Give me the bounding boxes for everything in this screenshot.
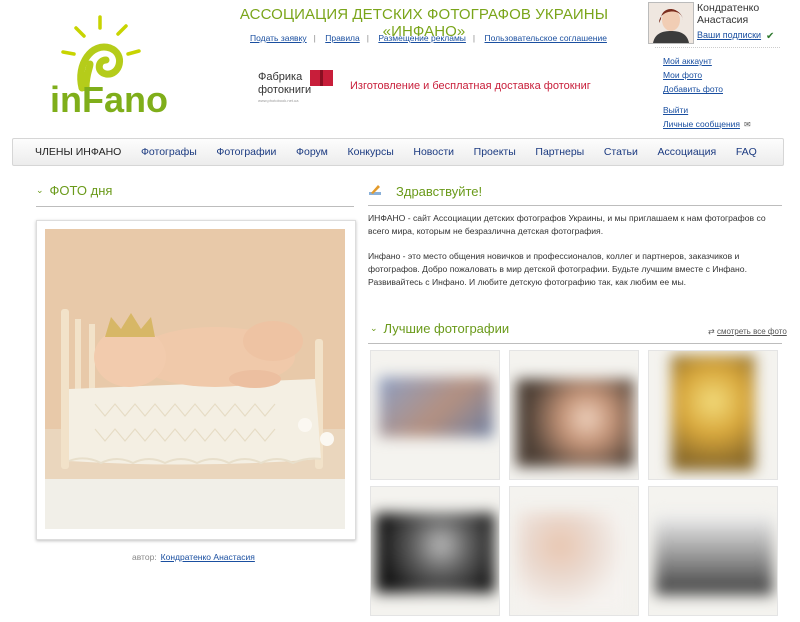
link-user-agreement[interactable]: Пользовательское соглашение <box>485 33 607 43</box>
promo-text[interactable]: Изготовление и бесплатная доставка фоток… <box>350 80 591 92</box>
site-logo[interactable]: inFano <box>40 14 200 124</box>
menu-logout[interactable]: Выйти <box>663 103 751 117</box>
user-name: Кондратенко Анастасия <box>697 2 760 26</box>
nav-faq[interactable]: FAQ <box>736 146 757 158</box>
best-photos-header: ⌄ Лучшие фотографии <box>370 321 509 336</box>
best-photo-thumb[interactable] <box>648 350 778 480</box>
divider <box>655 47 780 48</box>
photo-of-day-frame[interactable] <box>36 220 356 540</box>
nav-members[interactable]: ЧЛЕНЫ ИНФАНО <box>35 146 121 158</box>
logo-text: inFano <box>50 79 168 120</box>
pencil-icon <box>368 183 382 197</box>
best-photo-thumb[interactable] <box>509 350 639 480</box>
best-photo-thumb[interactable] <box>370 350 500 480</box>
nav-forum[interactable]: Форум <box>296 146 328 158</box>
book-icon <box>310 70 333 86</box>
nav-photographers[interactable]: Фотографы <box>141 146 197 158</box>
best-photo-thumb[interactable] <box>648 486 778 616</box>
divider <box>368 205 782 206</box>
main-nav: ЧЛЕНЫ ИНФАНО Фотографы Фотографии Форум … <box>12 138 784 166</box>
welcome-paragraph: ИНФАНО - сайт Ассоциации детских фотогра… <box>368 213 766 236</box>
avatar[interactable] <box>648 2 694 44</box>
welcome-title: Здравствуйте! <box>396 184 483 199</box>
best-photo-thumb[interactable] <box>509 486 639 616</box>
nav-partners[interactable]: Партнеры <box>535 146 584 158</box>
see-all-photos-link[interactable]: смотреть все фото <box>717 327 787 336</box>
best-photo-thumb[interactable] <box>370 486 500 616</box>
envelope-icon: ✉ <box>744 119 751 129</box>
photo-author-line: автор: Кондратенко Анастасия <box>132 552 255 562</box>
chevron-down-icon: ⌄ <box>370 323 378 333</box>
nav-contests[interactable]: Конкурсы <box>348 146 394 158</box>
user-menu: Мой аккаунт Мои фото Добавить фото Выйти… <box>663 54 751 132</box>
photo-of-day-header: ⌄ ФОТО дня <box>36 183 112 198</box>
promo-brand-line2: фотокниги <box>258 84 311 96</box>
photo-of-day-image[interactable] <box>45 229 345 529</box>
menu-my-photos[interactable]: Мои фото <box>663 68 751 82</box>
photobook-factory-logo[interactable]: Фабрика фотокниги www.photobook.net.ua <box>258 68 338 108</box>
see-all-photos[interactable]: ⇄ смотреть все фото <box>708 327 787 336</box>
photo-of-day-title: ФОТО дня <box>49 183 113 198</box>
top-links: Подать заявку | Правила | Размещение рекла… <box>250 33 607 43</box>
promo-brand-line1: Фабрика <box>258 71 303 83</box>
author-link[interactable]: Кондратенко Анастасия <box>161 552 255 562</box>
nav-association[interactable]: Ассоциация <box>657 146 716 158</box>
nav-articles[interactable]: Статьи <box>604 146 638 158</box>
divider <box>368 343 782 344</box>
subscriptions-link[interactable]: Ваши подписки <box>697 30 761 40</box>
nav-photos[interactable]: Фотографии <box>216 146 276 158</box>
link-submit-application[interactable]: Подать заявку <box>250 33 307 43</box>
promo-brand-small: www.photobook.net.ua <box>258 98 299 103</box>
menu-private-messages[interactable]: Личные сообщения <box>663 119 740 129</box>
subscriptions-check-icon: ✔ <box>766 31 775 42</box>
best-photos-title: Лучшие фотографии <box>383 321 510 336</box>
welcome-text: ИНФАНО - сайт Ассоциации детских фотогра… <box>368 212 780 301</box>
welcome-paragraph: Инфано - это место общения новичков и пр… <box>368 251 747 287</box>
divider <box>36 206 354 207</box>
author-label: автор: <box>132 552 157 562</box>
menu-my-account[interactable]: Мой аккаунт <box>663 54 751 68</box>
nav-news[interactable]: Новости <box>413 146 454 158</box>
arrows-icon: ⇄ <box>708 327 715 336</box>
menu-add-photo[interactable]: Добавить фото <box>663 82 751 96</box>
link-advertising[interactable]: Размещение рекламы <box>378 33 466 43</box>
nav-projects[interactable]: Проекты <box>474 146 516 158</box>
chevron-down-icon: ⌄ <box>36 185 44 195</box>
link-rules[interactable]: Правила <box>325 33 360 43</box>
